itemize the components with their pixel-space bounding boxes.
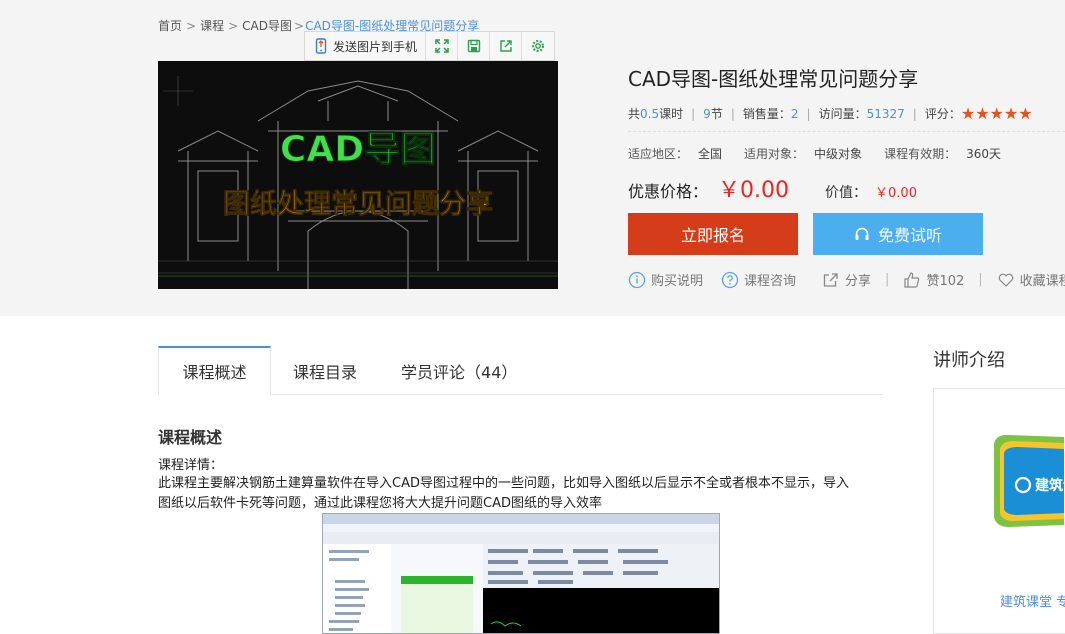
original-price-value: ￥0.00 [875,186,917,201]
phone-icon [315,38,327,54]
breadcrumb-separator: > [186,19,197,33]
headphones-icon [855,227,869,240]
cover-title-subtitle: 图纸处理常见问题分享 [223,188,493,220]
action-separator: | [885,272,890,287]
breadcrumb-separator: > [294,19,305,33]
tab-catalog[interactable]: 课程目录 [271,346,379,395]
hours-suffix: 课时 [659,107,684,121]
breadcrumb-home[interactable]: 首页 [158,17,182,34]
audience-label: 适用对象： [744,147,805,161]
price-label: 优惠价格： [628,182,709,201]
stat-separator: | [691,106,696,121]
breadcrumb-separator: > [228,19,239,33]
course-stats: 共 0.5 课时 | 9节 | 销售量： 2 | 访问量： 51327 | 评分： ★★★… [628,104,1033,123]
hours-value: 0.5 [640,106,660,121]
validity-value: 360天 [966,147,1001,161]
breadcrumb-courses[interactable]: 课程 [200,17,224,34]
tab-overview[interactable]: 课程概述 [158,346,271,395]
settings-button[interactable] [522,32,554,60]
share-icon [823,272,838,287]
course-actions: 购买说明 课程咨询 分享 | 赞102 | 收藏课程 [628,270,1065,289]
thumbs-up-icon [904,271,920,288]
logo-text: 建筑课 [1035,477,1065,494]
heart-icon [998,273,1013,287]
breadcrumb-category[interactable]: CAD导图 [242,17,292,34]
favorite-button[interactable]: 收藏课程 [997,270,1065,289]
software-screenshot-image [323,514,719,633]
sections-value: 9 [703,106,711,121]
audience-value: 中级对象 [814,147,863,161]
expand-icon [434,39,449,53]
favorite-label: 收藏课程 [1019,274,1065,289]
free-trial-button[interactable]: 免费试听 [813,213,983,255]
like-label: 赞102 [926,274,965,289]
buy-info-link[interactable]: 购买说明 [628,270,703,289]
validity-label: 课程有效期： [884,147,957,161]
course-cover-image: CAD导图 图纸处理常见问题分享 [158,61,558,289]
gear-icon [532,40,545,52]
region-group: 适应地区： 全国 [628,145,722,162]
visits-value: 51327 [866,106,905,121]
visits-label: 访问量： [818,107,867,121]
course-title: CAD导图-图纸处理常见问题分享 [628,67,919,91]
course-description: 此课程主要解决钢筋土建算量软件在导入CAD导图过程中的一些问题，比如导入图纸以后… [158,476,849,511]
original-price-label: 价值： [825,185,868,201]
rating-stars: ★★★★★ [960,104,1033,123]
validity-group: 课程有效期： 360天 [884,145,1001,162]
sales-value: 2 [790,106,799,121]
price-value: ￥0.00 [718,178,790,203]
share-image-button[interactable] [490,32,523,60]
image-toolbar: 发送图片到手机 [304,31,556,61]
share-label: 分享 [845,274,872,289]
send-to-phone-button[interactable]: 发送图片到手机 [305,32,427,60]
region-value: 全国 [698,147,723,161]
teacher-name[interactable]: 建筑课堂 专 [1000,591,1065,610]
share-link[interactable]: 分享 [822,270,871,289]
tab-reviews[interactable]: 学员评论（44） [379,346,539,395]
fullscreen-button[interactable] [426,32,459,60]
audience-group: 适用对象： 中级对象 [744,145,862,162]
info-divider [628,131,1065,132]
stat-separator: | [912,106,917,121]
question-icon [721,271,739,288]
save-button[interactable] [458,32,491,60]
rating-label: 评分： [924,107,961,121]
region-label: 适应地区： [628,147,689,161]
enroll-button[interactable]: 立即报名 [628,213,798,255]
teacher-section-title: 讲师介绍 [933,350,1005,371]
section-title: 课程概述 [158,428,223,447]
detail-label: 课程详情： [158,458,224,473]
like-button[interactable]: 赞102 [903,270,964,289]
hours-prefix: 共 [628,107,641,121]
buy-info-label: 购买说明 [651,274,704,289]
cad-gate-drawing: CAD导图 图纸处理常见问题分享 [158,61,558,289]
stat-separator: | [806,106,811,121]
share-icon [499,40,512,52]
sections-suffix: 节 [710,107,723,121]
send-to-phone-label: 发送图片到手机 [333,39,418,54]
consult-label: 课程咨询 [744,274,797,289]
free-trial-label: 免费试听 [877,226,942,245]
sales-label: 销售量： [742,107,791,121]
action-separator: | [978,272,983,287]
stat-separator: | [730,106,735,121]
software-screenshot [322,513,720,634]
cover-title-cad: CAD导图 [280,129,436,170]
save-icon [467,39,480,53]
price-row: 优惠价格： ￥0.00 价值： ￥0.00 [628,172,917,204]
course-tabs: 课程概述 课程目录 学员评论（44） [158,346,883,395]
teacher-card: 建筑课 建筑课堂 专 [933,388,1065,634]
consult-link[interactable]: 课程咨询 [721,270,796,289]
course-meta: 适应地区： 全国 适用对象： 中级对象 课程有效期： 360天 [628,145,1023,162]
info-icon [628,271,646,288]
